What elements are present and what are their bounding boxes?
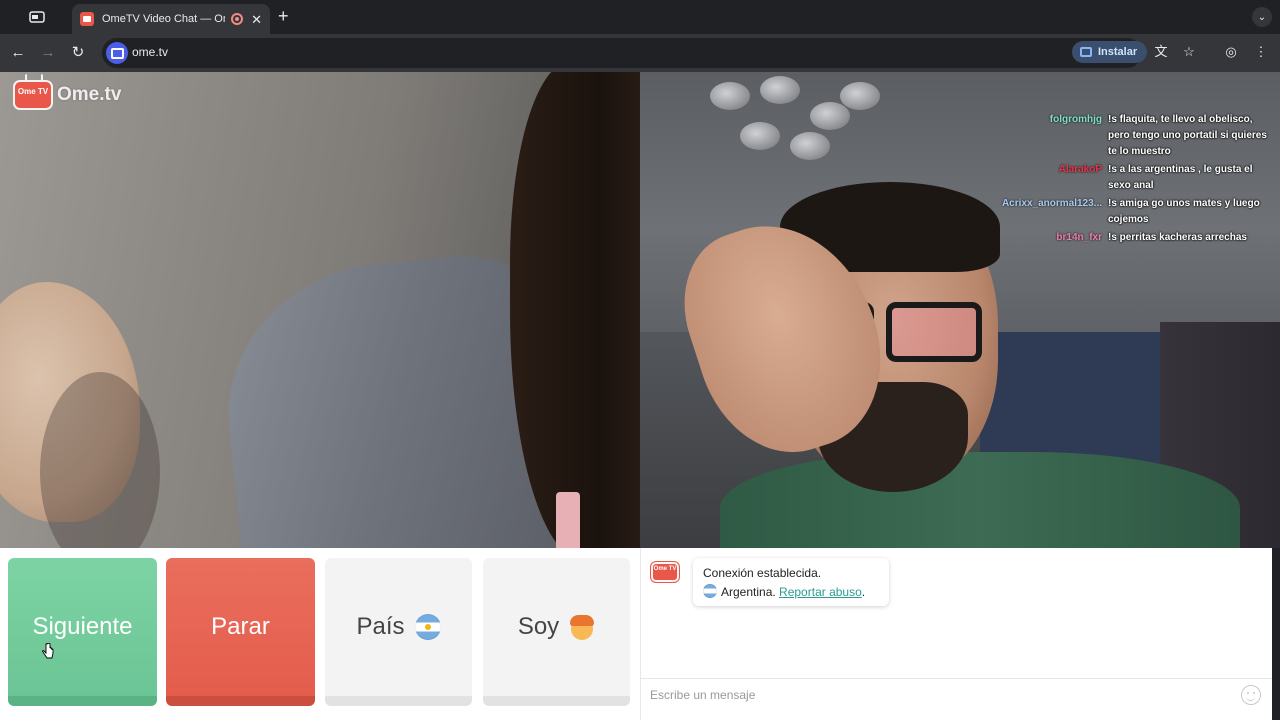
hair-shape xyxy=(510,72,640,548)
argentina-flag-icon xyxy=(703,584,717,598)
chat-message-text: !s perritas kacheras arrechas xyxy=(1108,232,1247,243)
chat-overlay-line: folgromhjg !s flaquita, te llevo al obeli… xyxy=(990,112,1280,160)
gender-label: Soy xyxy=(517,613,560,640)
emoji-icon[interactable] xyxy=(1241,685,1261,705)
system-logo-icon: Ome TV xyxy=(651,562,679,582)
browser-tab-strip: OmeTV Video Chat — Omegle ✕ + ⌄ xyxy=(0,0,1280,34)
tab-search-icon[interactable] xyxy=(22,8,52,26)
logo-text: Ome.tv xyxy=(57,84,122,105)
close-tab-icon[interactable]: ✕ xyxy=(251,13,262,26)
logo-tv-icon: Ome TV xyxy=(13,80,53,110)
chat-username: AlarakoP xyxy=(1058,164,1102,175)
boy-emoji-icon xyxy=(569,614,595,640)
message-input[interactable] xyxy=(650,685,1220,705)
country-label: País xyxy=(356,613,405,640)
connection-status: Conexión establecida. xyxy=(703,566,822,580)
green-shirt xyxy=(720,452,1240,548)
chat-username: br14n_fxr xyxy=(1056,232,1102,243)
hand-cursor-icon xyxy=(42,643,54,659)
reload-icon[interactable]: ↻ xyxy=(68,43,88,63)
country-name: Argentina. xyxy=(721,585,776,599)
menu-kebab-icon[interactable]: ⋮ xyxy=(1252,43,1270,61)
chat-message-text: !s flaquita, te llevo al obelisco, pero … xyxy=(1108,114,1267,157)
install-icon xyxy=(1080,47,1092,57)
back-arrow-icon[interactable]: ← xyxy=(8,43,28,63)
install-label: Instalar xyxy=(1098,46,1138,58)
arm-shadow xyxy=(40,372,160,548)
address-bar[interactable]: ome.tv xyxy=(102,38,1142,68)
chat-overlay-line: Acrixx_anormal123... !s amiga go unos mat… xyxy=(990,196,1280,228)
chat-message-text: !s amiga go unos mates y luego cojemos xyxy=(1108,198,1260,225)
stream-chat-overlay: folgromhjg !s flaquita, te llevo al obeli… xyxy=(990,112,1280,248)
recording-icon xyxy=(231,13,244,25)
report-abuse-link[interactable]: Reportar abuso xyxy=(779,585,862,599)
install-app-button[interactable]: Instalar xyxy=(1072,41,1148,63)
country-line: Argentina. Reportar abuso. xyxy=(703,583,879,602)
ometv-favicon-icon xyxy=(80,12,94,26)
pink-strap xyxy=(556,492,580,548)
chat-username: Acrixx_anormal123... xyxy=(1001,198,1102,209)
system-message: Conexión establecida. Argentina. Reporta… xyxy=(693,558,889,606)
chat-username: folgromhjg xyxy=(1049,114,1102,125)
control-panel: Siguiente Parar País Soy xyxy=(0,548,640,720)
browser-tab[interactable]: OmeTV Video Chat — Omegle ✕ xyxy=(72,4,270,34)
url-text: ome.tv xyxy=(132,45,169,59)
site-info-icon[interactable] xyxy=(106,42,128,64)
argentina-flag-icon xyxy=(414,614,441,640)
stop-label: Parar xyxy=(211,613,270,640)
chat-overlay-line: br14n_fxr !s perritas kacheras arrechas xyxy=(990,230,1280,246)
ceiling-lamp xyxy=(710,72,880,182)
country-button[interactable]: País xyxy=(325,558,472,706)
chat-overlay-line: AlarakoP !s a las argentinas , le gusta e… xyxy=(990,162,1280,194)
window-edge xyxy=(1272,548,1280,720)
profile-icon[interactable]: ◎ xyxy=(1222,43,1240,61)
tab-list-chevron-icon[interactable]: ⌄ xyxy=(1252,7,1272,27)
next-button[interactable]: Siguiente xyxy=(8,558,157,706)
report-suffix: . xyxy=(861,585,866,599)
partner-video xyxy=(0,72,640,548)
chat-panel: Ome TV Conexión establecida. Argentina. … xyxy=(640,548,1273,720)
tab-title: OmeTV Video Chat — Omegle xyxy=(102,13,225,25)
bookmark-star-icon[interactable]: ☆ xyxy=(1180,43,1198,61)
message-input-bar xyxy=(641,678,1273,712)
next-label: Siguiente xyxy=(32,613,133,640)
translate-icon[interactable]: 文 xyxy=(1152,43,1170,61)
gender-button[interactable]: Soy xyxy=(483,558,630,706)
new-tab-button[interactable]: + xyxy=(278,7,289,25)
chat-message-text: !s a las argentinas , le gusta el sexo a… xyxy=(1108,164,1253,191)
stop-button[interactable]: Parar xyxy=(166,558,315,706)
ometv-logo: Ome TV Ome.tv xyxy=(13,80,121,110)
forward-arrow-icon[interactable]: → xyxy=(38,43,58,63)
